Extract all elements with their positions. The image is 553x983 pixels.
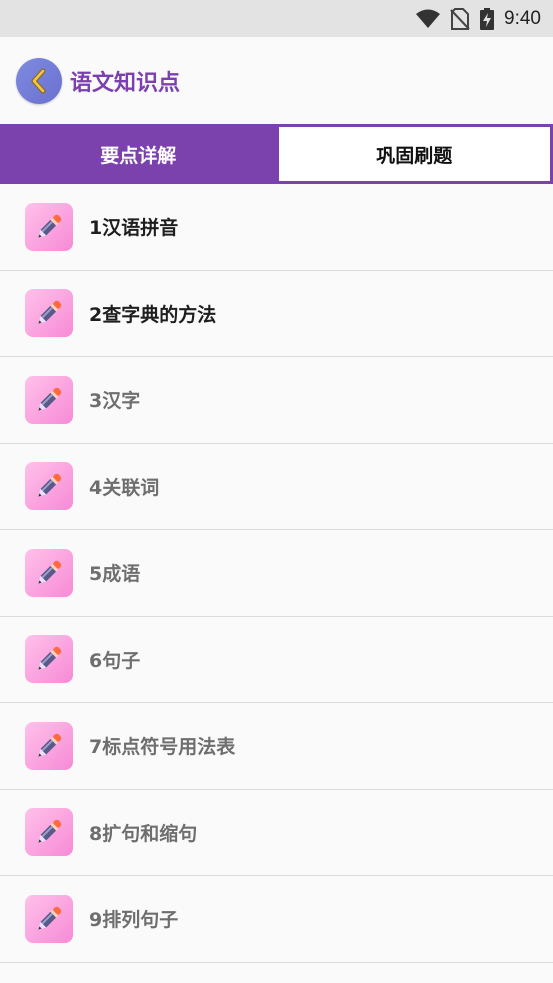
list-item[interactable]: 6句子 — [0, 617, 553, 703]
back-button[interactable] — [16, 57, 62, 104]
pencil-icon — [25, 721, 73, 770]
status-bar: 9:40 — [0, 0, 553, 37]
list-item[interactable]: 5成语 — [0, 530, 553, 617]
list-item-label: 5成语 — [89, 563, 141, 586]
list-item-label: 9排列句子 — [89, 909, 179, 932]
topic-list: 1汉语拼音 2查字典的方法 3汉字 4关联词 5成语 6句子 7标点符号用法表 … — [0, 184, 553, 963]
list-item[interactable]: 4关联词 — [0, 444, 553, 530]
chevron-left-icon — [31, 68, 46, 93]
list-item[interactable]: 1汉语拼音 — [0, 184, 553, 271]
pencil-icon — [25, 548, 73, 597]
pencil-icon — [25, 375, 73, 424]
pencil-icon — [25, 462, 73, 511]
list-item-label: 8扩句和缩句 — [89, 822, 198, 845]
no-sim-icon — [450, 7, 470, 30]
list-item-label: 4关联词 — [89, 476, 160, 499]
app-bar: 语文知识点 — [0, 37, 553, 124]
pencil-icon — [25, 635, 73, 684]
page-title: 语文知识点 — [70, 70, 181, 96]
pencil-icon — [25, 289, 73, 338]
list-item-label: 3汉字 — [89, 390, 141, 413]
list-item-label: 6句子 — [89, 649, 141, 672]
tab-bar: 要点详解 巩固刷题 — [0, 124, 553, 184]
pencil-icon — [25, 808, 73, 857]
list-item[interactable]: 8扩句和缩句 — [0, 790, 553, 876]
wifi-icon — [416, 9, 441, 28]
list-item-label: 7标点符号用法表 — [89, 736, 236, 759]
list-item[interactable]: 3汉字 — [0, 357, 553, 444]
status-time: 9:40 — [504, 7, 541, 29]
tab-practice[interactable]: 巩固刷题 — [276, 124, 553, 184]
tab-key-points[interactable]: 要点详解 — [0, 124, 277, 184]
list-item-label: 2查字典的方法 — [89, 303, 217, 326]
pencil-icon — [25, 202, 73, 251]
list-item[interactable]: 2查字典的方法 — [0, 271, 553, 357]
list-item[interactable]: 7标点符号用法表 — [0, 703, 553, 790]
pencil-icon — [25, 894, 73, 943]
list-item-label: 1汉语拼音 — [89, 217, 179, 240]
list-item[interactable]: 9排列句子 — [0, 876, 553, 963]
battery-charging-icon — [480, 7, 495, 30]
